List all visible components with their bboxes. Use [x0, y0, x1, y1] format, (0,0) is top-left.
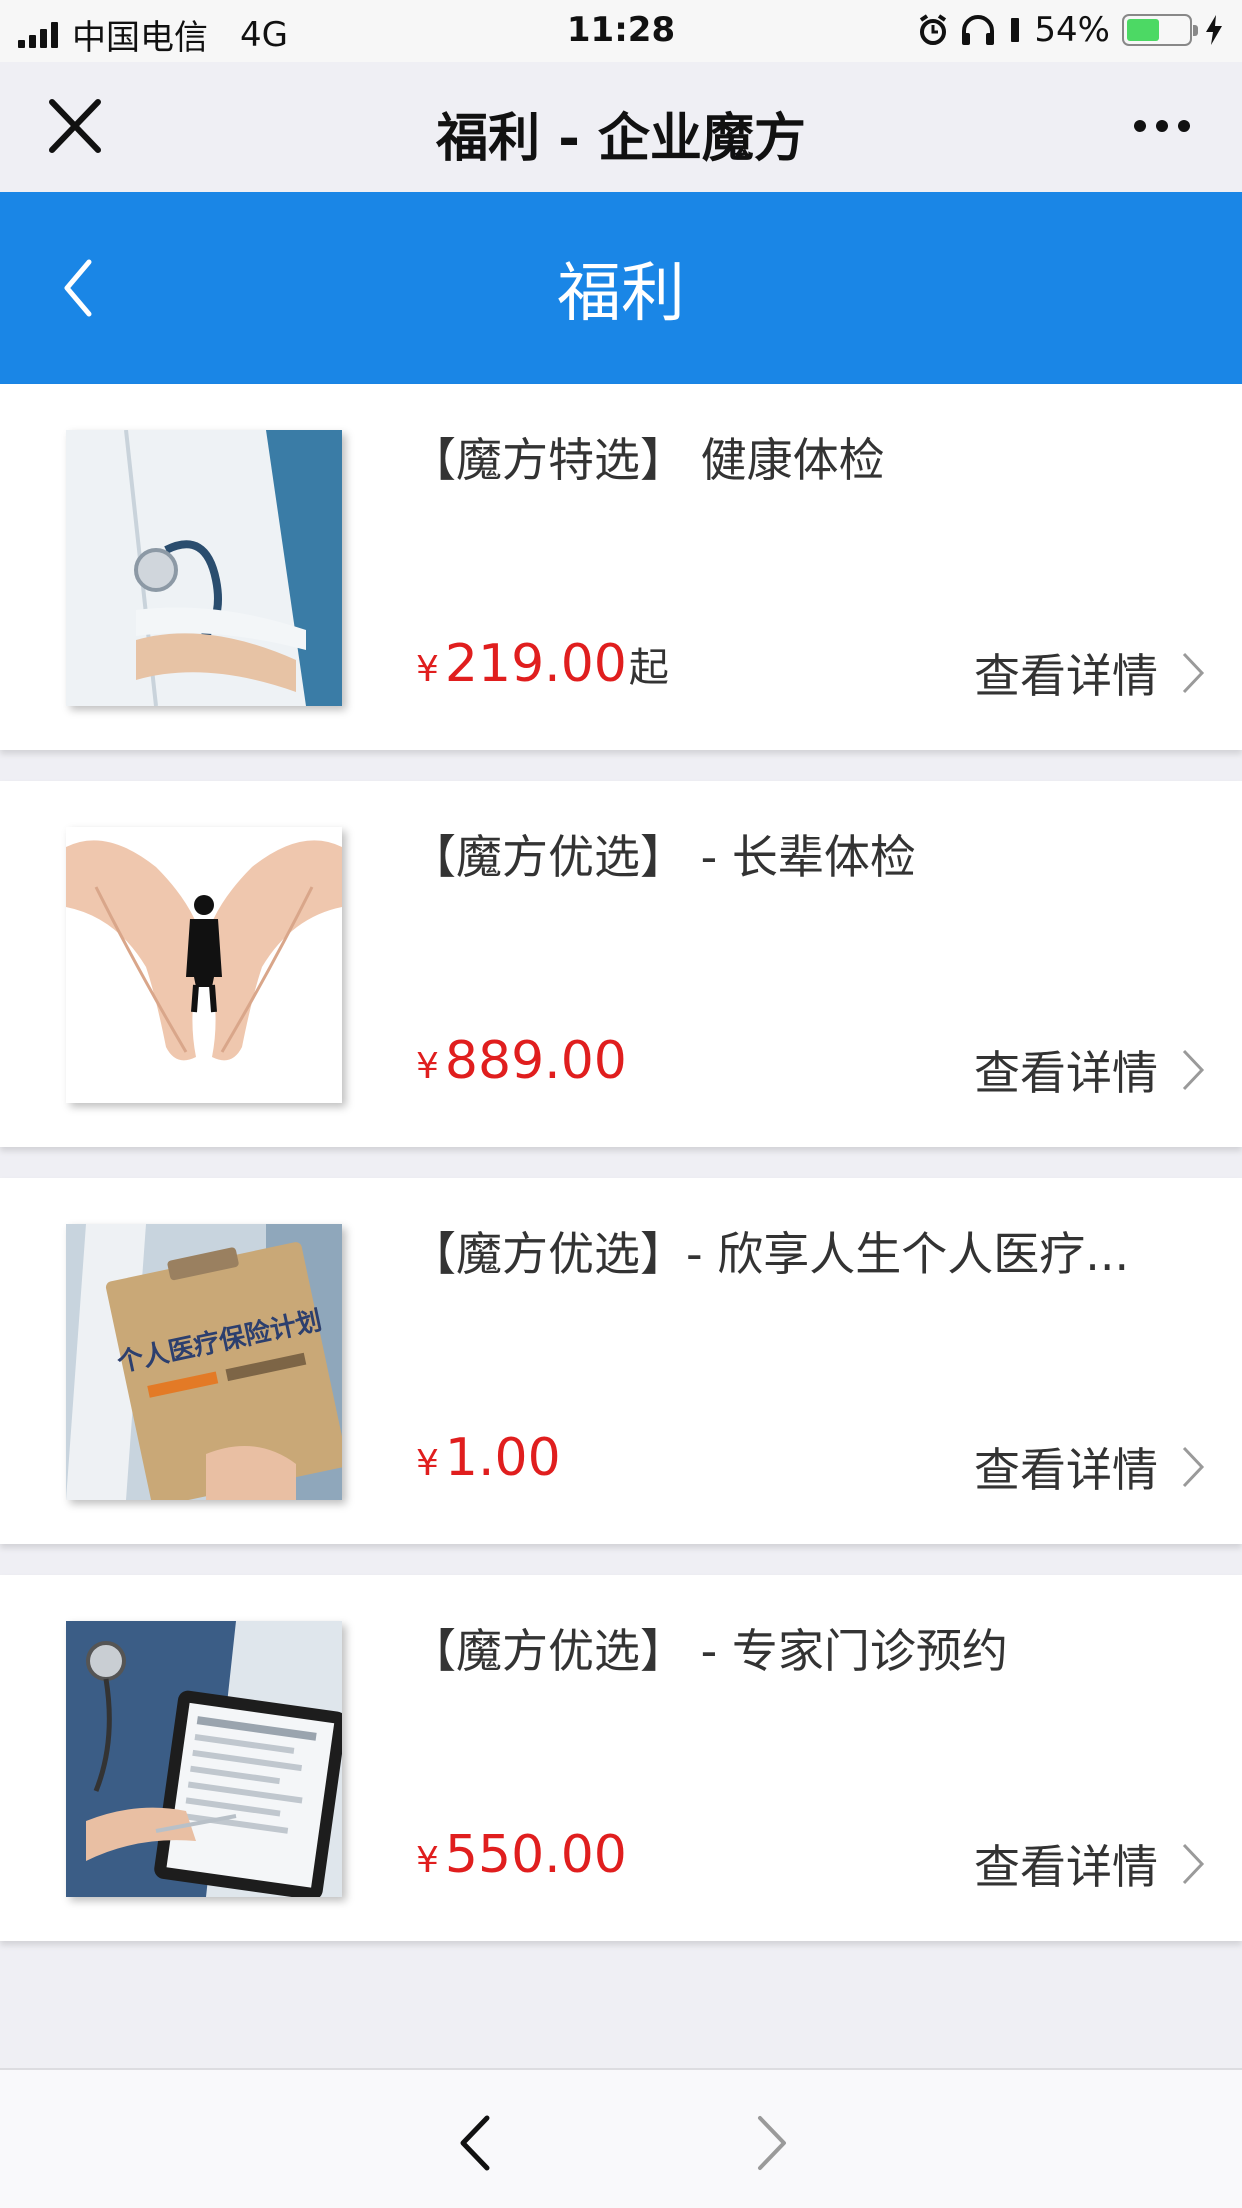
list-item[interactable]: 【魔方特选】 健康体检 ¥ 219.00 起 查看详情: [0, 384, 1242, 750]
battery-icon: [1122, 14, 1198, 46]
view-detail-link[interactable]: 查看详情: [974, 640, 1206, 706]
page-title: 福利: [557, 257, 685, 331]
item-price: ¥ 889.00: [416, 1031, 627, 1091]
view-detail-link[interactable]: 查看详情: [974, 1831, 1206, 1897]
item-title: 【魔方优选】 - 专家门诊预约: [410, 1624, 1008, 1678]
currency-symbol: ¥: [416, 1443, 439, 1484]
view-detail-link[interactable]: 查看详情: [974, 1434, 1206, 1500]
chevron-right-icon: [1182, 1843, 1205, 1885]
list-item[interactable]: 【魔方优选】 - 长辈体检 ¥ 889.00 查看详情: [0, 781, 1242, 1147]
more-icon[interactable]: [1122, 96, 1202, 156]
webview-title: 福利 - 企业魔方: [436, 109, 806, 169]
item-price: ¥ 1.00: [416, 1428, 561, 1488]
item-thumbnail: [66, 1621, 342, 1897]
headphones-icon: [962, 15, 995, 45]
alarm-icon: [920, 14, 947, 45]
page-header: 福利: [0, 192, 1242, 384]
price-value: 550.00: [444, 1825, 627, 1885]
charging-icon: [1206, 15, 1222, 45]
item-title: 【魔方优选】 - 长辈体检: [410, 830, 916, 884]
currency-symbol: ¥: [416, 1046, 439, 1087]
item-title: 【魔方特选】 健康体检: [410, 433, 885, 487]
chevron-right-icon: [1182, 1446, 1205, 1488]
item-thumbnail: 个人医疗保险计划: [66, 1224, 342, 1500]
chevron-right-icon: [1182, 652, 1205, 694]
list-item[interactable]: 个人医疗保险计划 【魔方优选】- 欣享人生个人医疗... ¥ 1.00 查看详情: [0, 1178, 1242, 1544]
battery-percent: 54%: [1034, 10, 1110, 50]
list-item[interactable]: 【魔方优选】 - 专家门诊预约 ¥ 550.00 查看详情: [0, 1575, 1242, 1941]
hands-heart-image: [66, 827, 342, 1103]
bluetooth-icon: [1011, 18, 1020, 42]
status-right: 54%: [918, 10, 1224, 50]
chevron-right-icon: [1182, 1049, 1205, 1091]
view-detail-label: 查看详情: [974, 1046, 1158, 1100]
item-price: ¥ 219.00 起: [416, 634, 669, 694]
browser-toolbar: [0, 2068, 1242, 2208]
view-detail-label: 查看详情: [974, 1840, 1158, 1894]
price-value: 1.00: [444, 1428, 561, 1488]
insurance-clipboard-image: 个人医疗保险计划: [66, 1224, 342, 1500]
item-thumbnail: [66, 827, 342, 1103]
status-bar: 中国电信 4G 11:28 54%: [0, 0, 1242, 62]
chevron-left-icon[interactable]: [455, 2112, 495, 2174]
currency-symbol: ¥: [416, 1840, 439, 1881]
webview-nav: 福利 - 企业魔方: [0, 62, 1242, 192]
battery-fill: [1127, 19, 1160, 41]
doctor-tablet-image: [66, 1621, 342, 1897]
chevron-right-icon[interactable]: [752, 2112, 792, 2174]
view-detail-link[interactable]: 查看详情: [974, 1037, 1206, 1103]
doctor-stethoscope-image: [66, 430, 342, 706]
view-detail-label: 查看详情: [974, 1443, 1158, 1497]
view-detail-label: 查看详情: [974, 649, 1158, 703]
price-value: 219.00: [444, 634, 627, 694]
price-value: 889.00: [444, 1031, 627, 1091]
price-suffix: 起: [628, 645, 669, 691]
item-price: ¥ 550.00: [416, 1825, 627, 1885]
item-thumbnail: [66, 430, 342, 706]
currency-symbol: ¥: [416, 649, 439, 690]
item-title: 【魔方优选】- 欣享人生个人医疗...: [410, 1227, 1130, 1281]
